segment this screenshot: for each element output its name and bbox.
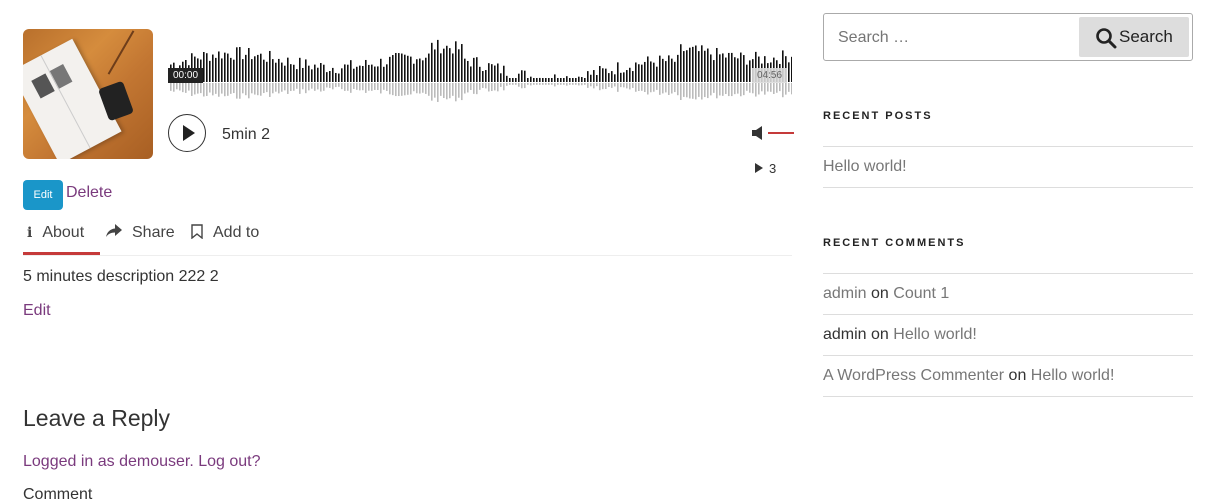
track-description: 5 minutes description 222 2	[23, 268, 219, 285]
post-link[interactable]: Hello world!	[823, 158, 907, 175]
volume-slider[interactable]	[768, 132, 794, 134]
recent-comments-list: admin on Count 1 admin on Hello world! A…	[823, 273, 1193, 397]
recent-posts-list: Hello world!	[823, 146, 1193, 188]
play-button[interactable]	[168, 114, 206, 152]
comment-author: admin	[823, 326, 867, 343]
search-icon	[1096, 28, 1117, 49]
comment-author[interactable]: admin	[823, 285, 867, 302]
tab-share-label: Share	[132, 224, 175, 241]
search-input[interactable]	[836, 28, 1080, 48]
track-tabs: i About Share Add to	[23, 221, 792, 256]
comment-on: on	[871, 285, 889, 302]
list-item: admin on Hello world!	[823, 314, 1193, 355]
play-count: 3	[755, 161, 776, 176]
tab-about-label: About	[42, 224, 85, 241]
audio-waveform[interactable]	[168, 30, 792, 106]
delete-link[interactable]: Delete	[66, 184, 112, 202]
list-item: A WordPress Commenter on Hello world!	[823, 355, 1193, 397]
tab-share[interactable]: Share	[106, 224, 175, 242]
play-count-value: 3	[769, 161, 777, 176]
logged-in-link[interactable]: Logged in as demouser. Log out?	[23, 453, 261, 471]
comment-on: on	[871, 326, 889, 343]
comment-post-link[interactable]: Count 1	[893, 285, 949, 302]
bookmark-icon	[191, 224, 203, 242]
current-time: 00:00	[168, 68, 204, 83]
edit-button[interactable]: Edit	[23, 180, 63, 210]
active-tab-indicator	[23, 252, 100, 255]
reply-heading: Leave a Reply	[23, 405, 171, 431]
comment-post-link[interactable]: Hello world!	[893, 326, 977, 343]
list-item: Hello world!	[823, 146, 1193, 188]
list-item: admin on Count 1	[823, 273, 1193, 314]
tab-add-to-label: Add to	[213, 224, 260, 241]
album-cover-image	[23, 29, 153, 159]
recent-comments-title: RECENT COMMENTS	[823, 237, 966, 249]
tab-about[interactable]: i About	[23, 224, 84, 242]
tab-add-to[interactable]: Add to	[191, 224, 259, 242]
search-form: Search	[823, 13, 1193, 61]
track-title: 5min 2	[222, 126, 271, 143]
comment-post-link[interactable]: Hello world!	[1031, 367, 1115, 384]
share-icon	[106, 224, 122, 242]
comment-on: on	[1008, 367, 1027, 384]
info-icon: i	[27, 225, 33, 241]
comment-author[interactable]: A WordPress Commenter	[823, 367, 1004, 384]
volume-icon[interactable]	[751, 126, 765, 140]
total-duration: 04:56	[752, 68, 788, 83]
search-button-label: Search	[1119, 27, 1173, 46]
edit-link[interactable]: Edit	[23, 302, 51, 320]
recent-posts-title: RECENT POSTS	[823, 110, 933, 122]
comment-label: Comment	[23, 486, 93, 503]
play-count-icon	[755, 163, 763, 173]
search-button[interactable]: Search	[1079, 17, 1189, 57]
